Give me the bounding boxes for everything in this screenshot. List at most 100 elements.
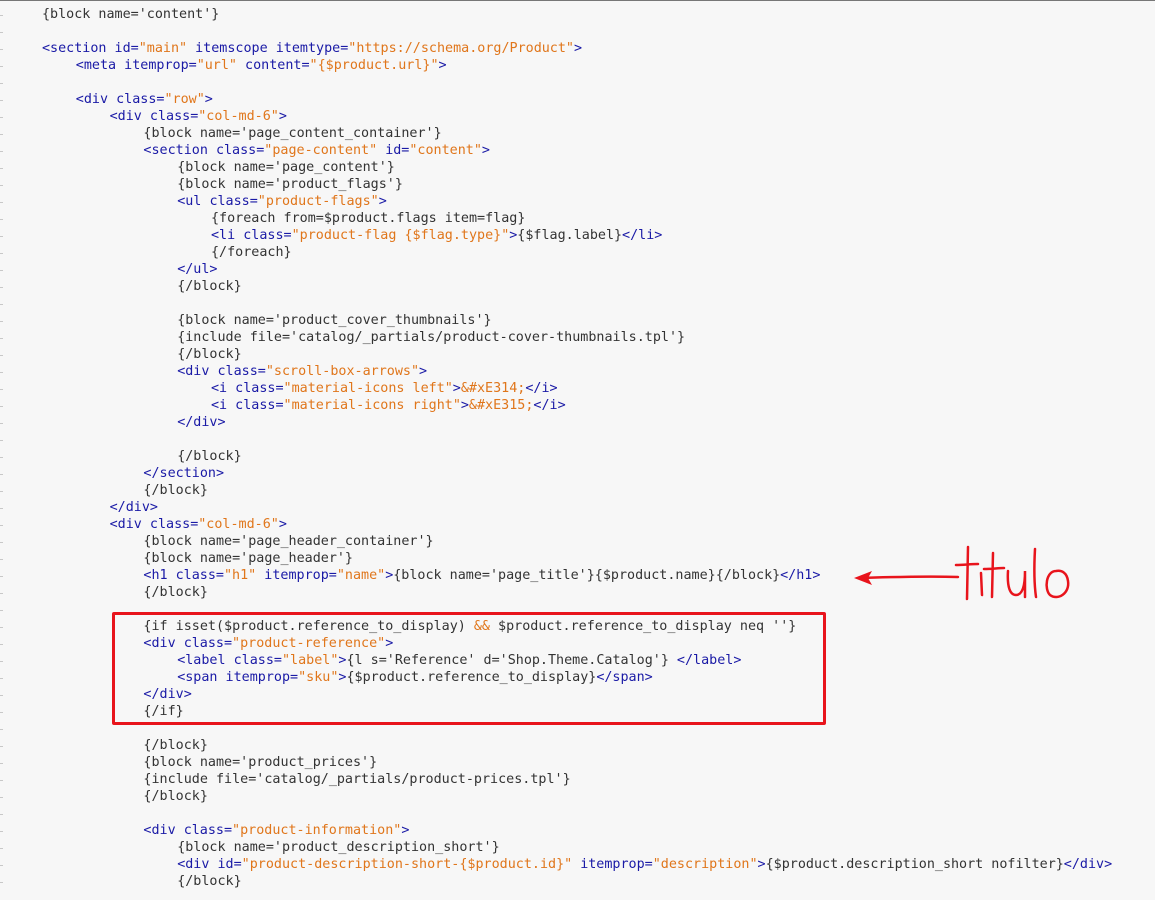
gutter-mark <box>0 559 3 560</box>
code-token: > <box>460 398 469 413</box>
code-token: "product-flags" <box>257 194 379 209</box>
code-token: <i <box>211 398 236 413</box>
code-token: <li <box>211 228 244 243</box>
code-token: {$product.description_short nofilter} <box>765 857 1064 872</box>
code-token: class= <box>235 381 284 396</box>
code-token: class= <box>243 228 292 243</box>
code-token: class= <box>215 143 265 158</box>
code-token: {$flag.label} <box>517 228 623 243</box>
code-token: class= <box>175 568 224 583</box>
gutter-mark <box>0 423 3 424</box>
code-token: {include file='catalog/_partials/product… <box>177 330 686 345</box>
code-token: </div> <box>109 500 158 515</box>
gutter-mark <box>0 372 3 373</box>
code-token: <div <box>177 364 218 379</box>
gutter-mark <box>0 882 3 883</box>
code-token: > <box>278 517 287 532</box>
code-token: {/block} <box>143 738 208 753</box>
code-token: > <box>573 41 583 56</box>
gutter-mark <box>0 270 3 271</box>
gutter-mark <box>0 355 3 356</box>
code-token: id= <box>114 41 139 56</box>
code-token: class= <box>183 823 233 838</box>
gutter-mark <box>0 814 3 815</box>
gutter-mark <box>0 15 3 16</box>
code-token: </i> <box>533 398 566 413</box>
code-token: class= <box>217 364 266 379</box>
code-token: "material-icons left" <box>283 381 453 396</box>
code-token: "main" <box>138 41 196 56</box>
code-token: </section> <box>143 466 225 481</box>
gutter-mark <box>0 729 3 730</box>
code-token: </div> <box>177 415 226 430</box>
code-token: {block name='page_header'} <box>143 551 353 566</box>
code-token: <div <box>109 109 150 124</box>
code-token: class= <box>116 92 165 107</box>
gutter-mark <box>0 576 3 577</box>
gutter-mark <box>0 474 3 475</box>
code-token: {block name='page_content'} <box>177 160 395 175</box>
code-token: {/block} <box>143 789 208 804</box>
gutter-mark <box>0 168 3 169</box>
gutter-mark <box>0 287 3 288</box>
gutter-mark <box>0 253 3 254</box>
code-token: {block name='content'} <box>42 7 220 22</box>
code-token: <section <box>42 41 115 56</box>
code-token: class= <box>149 517 199 532</box>
code-token: "scroll-box-arrows" <box>265 364 420 379</box>
gutter-mark <box>0 865 3 866</box>
code-token: {/block} <box>143 483 208 498</box>
code-token: <i <box>211 381 236 396</box>
titulo-o <box>1045 569 1070 599</box>
code-token: itemprop= <box>124 58 197 73</box>
gutter-mark <box>0 797 3 798</box>
code-token: {/block} <box>177 449 242 464</box>
titulo-u <box>1006 569 1027 599</box>
code-token: > <box>401 823 410 838</box>
code-token: "row" <box>164 92 205 107</box>
code-token: > <box>419 364 428 379</box>
gutter-mark <box>0 593 3 594</box>
code-token: {block name='product_cover_thumbnails'} <box>177 313 492 328</box>
gutter-mark <box>0 49 3 50</box>
code-token: <meta <box>75 58 125 73</box>
code-token: "material-icons right" <box>283 398 461 413</box>
code-token: > <box>481 143 490 158</box>
gutter-mark <box>0 746 3 747</box>
gutter-mark <box>0 236 3 237</box>
code-token: > <box>757 857 766 872</box>
code-token: {block name='page_title'}{$product.name}… <box>393 568 781 583</box>
code-token: itemprop= <box>264 568 337 583</box>
gutter-mark <box>0 83 3 84</box>
code-token: itemscope itemtype= <box>195 41 349 56</box>
gutter-mark <box>0 117 3 118</box>
code-token: "https://schema.org/Product" <box>348 41 574 56</box>
code-token: id= <box>217 857 242 872</box>
gutter-mark <box>0 440 3 441</box>
code-token: {/block} <box>177 347 242 362</box>
gutter-mark <box>0 389 3 390</box>
code-token: &#xE314; <box>460 381 526 396</box>
code-token: </li> <box>622 228 663 243</box>
code-token: "h1" <box>224 568 265 583</box>
code-token: {block name='page_header_container'} <box>143 534 434 549</box>
code-token: {foreach from=$product.flags item=flag} <box>211 211 526 226</box>
gutter-mark <box>0 644 3 645</box>
code-token: content= <box>245 58 310 73</box>
code-token: > <box>452 381 461 396</box>
code-token: "page-content" <box>264 143 386 158</box>
gutter-mark <box>0 491 3 492</box>
gutter-mark <box>0 763 3 764</box>
gutter-mark <box>0 661 3 662</box>
code-token: "product-description-short-{$product.id}… <box>241 857 581 872</box>
titulo-annotation: titulo <box>854 545 1070 601</box>
code-token: class= <box>235 398 284 413</box>
gutter-mark <box>0 151 3 152</box>
code-token: > <box>378 194 387 209</box>
gutter-mark <box>0 627 3 628</box>
code-token: <div <box>75 92 117 107</box>
titulo-t2 <box>982 551 1006 599</box>
code-token: </h1> <box>780 568 821 583</box>
code-token: > <box>509 228 518 243</box>
gutter-mark <box>0 457 3 458</box>
